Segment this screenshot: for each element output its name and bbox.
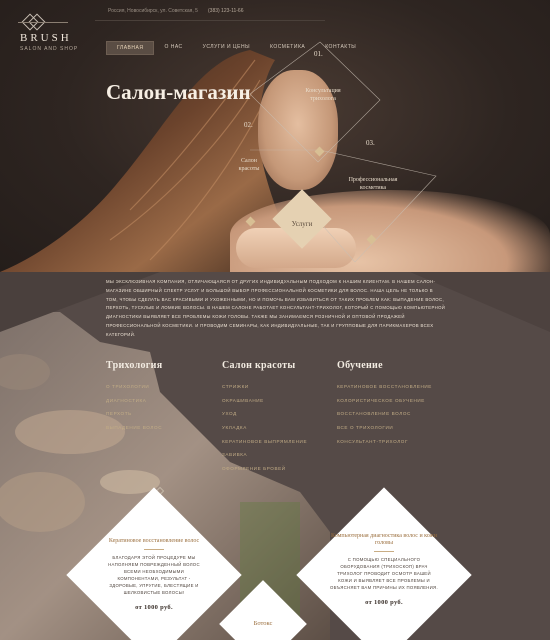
list-item[interactable]: Перхоть bbox=[106, 411, 162, 425]
logo[interactable]: BRUSH bbox=[20, 32, 72, 44]
top-divider bbox=[95, 20, 325, 21]
hero-label-trichology[interactable]: Консультация трихолога bbox=[296, 87, 350, 103]
column-title-trichology[interactable]: Трихология bbox=[106, 360, 162, 371]
list-item[interactable]: Восстановление волос bbox=[337, 411, 432, 425]
column-education: Обучение Кератиновое восстановление Коло… bbox=[337, 360, 432, 452]
nav-item-about[interactable]: О нас bbox=[154, 41, 192, 55]
list-item[interactable]: Диагностика bbox=[106, 398, 162, 412]
card-title[interactable]: Компьютерная диагностика волос и кожи го… bbox=[330, 533, 438, 547]
list-item[interactable]: Уход bbox=[222, 411, 307, 425]
main-nav: Главная О нас Услуги и цены Косметика Ко… bbox=[106, 41, 366, 55]
list-item[interactable]: Кератиновое выпрямление bbox=[222, 439, 307, 453]
list-item[interactable]: Выпадение волос bbox=[106, 425, 162, 439]
logo-divider bbox=[18, 22, 68, 23]
hero-label-salon[interactable]: Салон красоты bbox=[232, 157, 266, 173]
hero-section: 01. Консультация трихолога 02. Салон кра… bbox=[0, 0, 550, 272]
phone-text[interactable]: (383) 123-11-66 bbox=[208, 8, 244, 14]
service-card-diagnostics-content: Компьютерная диагностика волос и кожи го… bbox=[330, 533, 438, 606]
intro-text: Мы эксклюзивная компания, отличающаяся о… bbox=[106, 279, 446, 337]
column-title-salon[interactable]: Салон красоты bbox=[222, 360, 307, 371]
top-bar: Россия, Новосибирск, ул. Советская, 5 (3… bbox=[0, 0, 550, 31]
card-divider bbox=[144, 549, 164, 550]
card-body: С помощью специального оборудования (три… bbox=[330, 557, 438, 590]
service-card-keratin-content: Кератиновое восстановление волос Благода… bbox=[104, 538, 204, 611]
hero-label-cosmetics[interactable]: Профессиональная косметика bbox=[340, 176, 406, 192]
card-body: Благодаря этой процедуре мы наполняем по… bbox=[108, 555, 200, 595]
column-salon: Салон красоты Стрижки Окрашивание Уход У… bbox=[222, 360, 307, 480]
list-item[interactable]: Завивка bbox=[222, 452, 307, 466]
card-price: от 1000 руб. bbox=[365, 599, 403, 606]
nav-item-contacts[interactable]: Контакты bbox=[315, 41, 366, 55]
list-item[interactable]: О трихологии bbox=[106, 384, 162, 398]
address-text: Россия, Новосибирск, ул. Советская, 5 bbox=[108, 8, 198, 14]
column-trichology: Трихология О трихологии Диагностика Перх… bbox=[106, 360, 162, 439]
list-item[interactable]: Укладка bbox=[222, 425, 307, 439]
list-item[interactable]: Все о трихологии bbox=[337, 425, 432, 439]
nav-item-home[interactable]: Главная bbox=[106, 41, 155, 55]
list-item[interactable]: Консультант-трихолог bbox=[337, 439, 432, 453]
nav-item-services[interactable]: Услуги и цены bbox=[193, 41, 260, 55]
list-item[interactable]: Окрашивание bbox=[222, 398, 307, 412]
column-title-education[interactable]: Обучение bbox=[337, 360, 432, 371]
nav-item-cosmetics[interactable]: Косметика bbox=[260, 41, 315, 55]
logo-subtitle: SALON AND SHOP bbox=[20, 46, 79, 52]
card-divider bbox=[374, 551, 394, 552]
service-card-botox-label[interactable]: Ботокс bbox=[238, 620, 288, 627]
card-price: от 1000 руб. bbox=[135, 604, 173, 611]
card-title[interactable]: Кератиновое восстановление волос bbox=[104, 538, 204, 545]
services-button-label[interactable]: Услуги bbox=[286, 220, 318, 228]
hero-num-3: 03. bbox=[366, 139, 375, 147]
hero-num-2: 02. bbox=[244, 121, 253, 129]
list-item[interactable]: Колористическое обучение bbox=[337, 398, 432, 412]
list-item[interactable]: Стрижки bbox=[222, 384, 307, 398]
page-title: Салон-магазин bbox=[106, 80, 251, 104]
list-item[interactable]: Кератиновое восстановление bbox=[337, 384, 432, 398]
list-item[interactable]: Оформление бровей bbox=[222, 466, 307, 480]
